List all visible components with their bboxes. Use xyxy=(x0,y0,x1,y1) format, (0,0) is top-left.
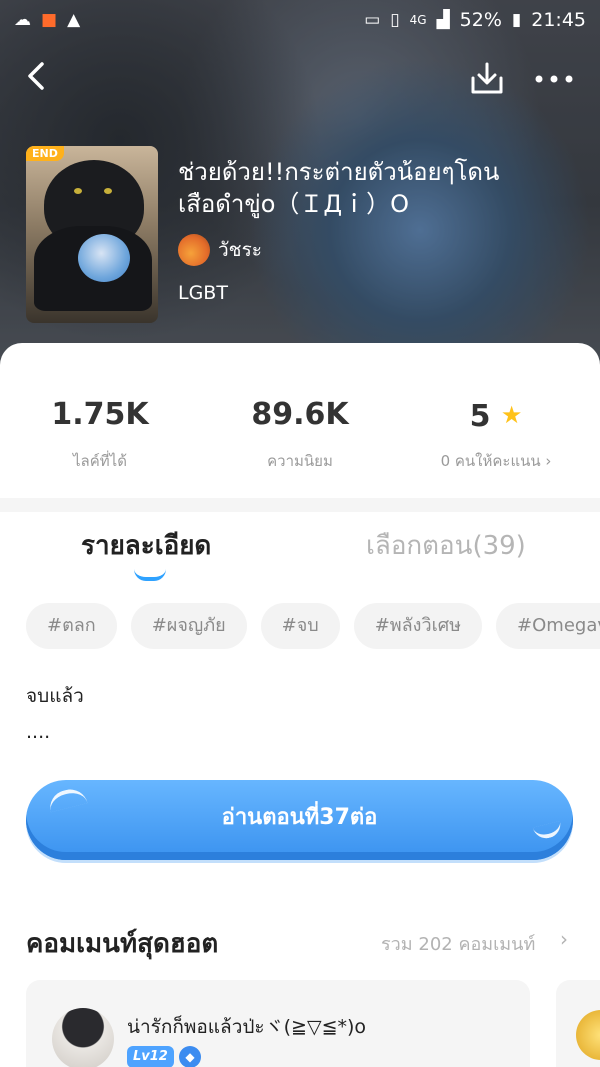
stat-likes: 1.75K ไลค์ที่ได้ xyxy=(0,395,200,473)
star-icon: ★ xyxy=(500,401,523,429)
clock: 21:45 xyxy=(531,9,586,31)
tag-list: #ตลก #ผจญภัย #จบ #พลังวิเศษ #Omegaverse xyxy=(26,603,600,651)
tab-bar: รายละเอียด เลือกตอน(39) xyxy=(0,525,600,581)
detail-sheet: 1.75K ไลค์ที่ได้ 89.6K ความนิยม 5 ★ 0 คน… xyxy=(0,343,600,1067)
tab-active-indicator xyxy=(134,569,166,581)
rating-value-row: 5 ★ xyxy=(396,395,596,435)
video-camera-icon: ■ xyxy=(41,10,58,30)
rating-label: 0 คนให้คะแนน xyxy=(440,452,541,470)
download-icon xyxy=(471,62,503,94)
stats-row: 1.75K ไลค์ที่ได้ 89.6K ความนิยม 5 ★ 0 คน… xyxy=(0,395,600,475)
button-gloss xyxy=(532,820,564,842)
comment-card[interactable] xyxy=(556,980,600,1067)
tag-chip[interactable]: #ตลก xyxy=(26,603,117,649)
cloud-icon: ☁ xyxy=(14,10,31,30)
end-badge: END xyxy=(26,146,64,161)
novel-title: ช่วยด้วย!!กระต่ายตัวน้อยๆโดนเสือดำขู่o（Ｉ… xyxy=(178,158,500,218)
back-button[interactable] xyxy=(22,58,54,94)
hot-comments-title: คอมเมนท์สุดฮอต xyxy=(26,929,219,959)
author-name: วัชระ xyxy=(218,239,262,261)
chevron-right-icon: › xyxy=(545,452,552,470)
comment-card[interactable]: น่ารักก็พอแล้วป่ะヾ(≧▽≦*)o Lv12 ◆ xyxy=(26,980,530,1067)
tag-chip[interactable]: #ผจญภัย xyxy=(130,603,247,649)
comment-total-link[interactable]: รวม 202 คอมเมนท์ xyxy=(381,929,535,958)
more-button[interactable] xyxy=(532,62,576,92)
continue-reading-button[interactable]: อ่านตอนที่37ต่อ xyxy=(26,780,573,860)
rating-label-row: 0 คนให้คะแนน › xyxy=(396,449,596,473)
level-badge: Lv12 xyxy=(127,1046,174,1067)
battery-percent: 52% xyxy=(459,9,502,31)
description-line: .... xyxy=(26,721,51,743)
author-avatar xyxy=(178,234,210,266)
bunny-illustration xyxy=(78,234,130,282)
avatar[interactable] xyxy=(52,1008,114,1067)
rank-badge-icon: ◆ xyxy=(179,1046,201,1067)
tag-chip[interactable]: #จบ xyxy=(260,603,340,649)
sim-icon: ▯ xyxy=(390,10,400,30)
download-button[interactable] xyxy=(470,60,504,96)
section-divider xyxy=(0,498,600,512)
panther-eye xyxy=(104,188,112,194)
cast-icon: ▭ xyxy=(364,10,381,30)
signal-icon: ▟ xyxy=(436,10,450,30)
rating-value: 5 xyxy=(469,399,491,434)
tab-chapters[interactable]: เลือกตอน(39) xyxy=(366,525,526,566)
chevron-left-icon xyxy=(28,62,44,90)
stat-popularity: 89.6K ความนิยม xyxy=(200,395,400,473)
button-gloss xyxy=(46,785,88,813)
novel-cover: END xyxy=(26,146,158,323)
likes-label: ไลค์ที่ได้ xyxy=(73,452,127,470)
likes-value: 1.75K xyxy=(51,397,149,432)
stat-rating[interactable]: 5 ★ 0 คนให้คะแนน › xyxy=(396,395,596,473)
chevron-right-icon[interactable]: › xyxy=(560,927,568,951)
panther-eye xyxy=(74,188,82,194)
popularity-label: ความนิยม xyxy=(267,452,333,470)
author-row[interactable]: วัชระ xyxy=(178,234,262,266)
network-label: 4G xyxy=(409,13,427,27)
tag-chip[interactable]: #พลังวิเศษ xyxy=(353,603,483,649)
avatar[interactable] xyxy=(576,1010,600,1060)
novel-category: LGBT xyxy=(178,282,228,304)
battery-icon: ▮ xyxy=(511,10,522,30)
popularity-value: 89.6K xyxy=(251,397,349,432)
continue-reading-label: อ่านตอนที่37ต่อ xyxy=(221,805,378,830)
status-bar: ☁ ■ ▲ ▭ ▯ 4G ▟ 52% ▮ 21:45 xyxy=(0,0,600,40)
commenter-name: น่ารักก็พอแล้วป่ะヾ(≧▽≦*)o xyxy=(127,1016,367,1038)
warning-icon: ▲ xyxy=(67,10,81,30)
tab-details[interactable]: รายละเอียด xyxy=(81,525,211,566)
tag-chip[interactable]: #Omegaverse xyxy=(496,603,600,649)
description-line: จบแล้ว xyxy=(26,685,84,707)
more-horizontal-icon xyxy=(535,75,573,83)
